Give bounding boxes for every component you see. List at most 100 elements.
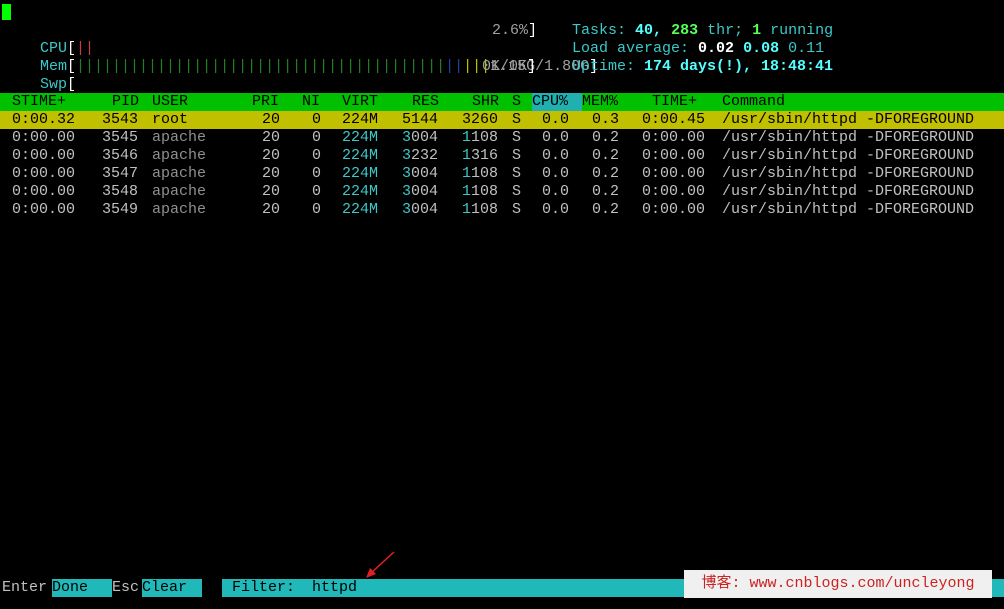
process-row[interactable]: 0:00.00 3545 apache 20 0 224M 3004 1108 S 0.0 0.2 0… [0,129,1004,147]
uptime-line: Uptime: 174 days(!), 18:48:41 [572,58,834,75]
process-cell-time: 0:00.00 [642,201,706,218]
process-cell-ni: 0 [312,183,322,200]
process-cell-stime: 0:00.00 [12,201,76,218]
process-cell-res: 3004 [402,183,439,200]
process-cell-s: S [512,165,522,182]
process-cell-s: S [512,111,522,128]
process-cell-user: apache [152,201,207,218]
process-cell-mem: 0.2 [592,183,620,200]
process-cell-user: apache [152,147,207,164]
enter-key[interactable]: Enter [2,579,48,597]
process-cell-res: 3004 [402,201,439,218]
process-cell-pid: 3547 [102,165,139,182]
done-button[interactable]: Done [52,579,112,597]
swp-meter: Swp[ [40,76,77,93]
process-cell-time: 0:00.00 [642,147,706,164]
mem-bar-buffers: || [445,58,464,75]
process-cell-stime: 0:00.00 [12,147,76,164]
column-header[interactable]: S [512,93,521,111]
process-row[interactable]: 0:00.00 3548 apache 20 0 224M 3004 1108 S 0.0 0.2 0… [0,183,1004,201]
column-header[interactable]: PRI [252,93,279,111]
process-cell-s: S [512,147,522,164]
process-cell-mem: 0.2 [592,129,620,146]
process-cell-virt: 224M [342,147,379,164]
process-cell-time: 0:00.00 [642,183,706,200]
process-cell-ni: 0 [312,111,322,128]
process-cell-command: /usr/sbin/httpd -DFOREGROUND [722,201,975,218]
column-header[interactable]: USER [152,93,188,111]
process-cell-shr: 1108 [462,201,499,218]
process-cell-pri: 20 [262,129,281,146]
process-cell-stime: 0:00.00 [12,183,76,200]
tasks-line: Tasks: 40, 283 thr; 1 running [572,22,834,39]
column-header[interactable]: Command [722,93,785,111]
process-cell-s: S [512,201,522,218]
process-cell-virt: 224M [342,183,379,200]
process-cell-ni: 0 [312,165,322,182]
column-header[interactable]: STIME+ [12,93,66,111]
process-cell-pri: 20 [262,165,281,182]
process-cell-pid: 3548 [102,183,139,200]
process-cell-time: 0:00.00 [642,165,706,182]
process-cell-command: /usr/sbin/httpd -DFOREGROUND [722,147,975,164]
column-header[interactable]: TIME+ [652,93,697,111]
process-cell-ni: 0 [312,201,322,218]
process-cell-cpu: 0.0 [542,129,570,146]
column-header-sorted[interactable]: CPU% [532,93,582,111]
process-cell-command: /usr/sbin/httpd -DFOREGROUND [722,111,975,128]
process-cell-pid: 3549 [102,201,139,218]
process-cell-shr: 1316 [462,147,499,164]
process-cell-virt: 224M [342,111,379,128]
process-cell-virt: 224M [342,201,379,218]
column-header[interactable]: SHR [472,93,499,111]
process-cell-res: 5144 [402,111,439,128]
process-cell-user: apache [152,165,207,182]
process-cell-pri: 20 [262,183,281,200]
process-cell-shr: 3260 [462,111,499,128]
process-cell-pri: 20 [262,201,281,218]
mem-bar-used: ||||||||||||||||||||||||||||||||||||||||… [76,58,446,75]
process-cell-shr: 1108 [462,165,499,182]
process-cell-res: 3004 [402,129,439,146]
process-table-header: STIME+ PID USER PRI NI VIRT RES SHR S CP… [0,93,1004,111]
process-cell-pri: 20 [262,111,281,128]
clear-button[interactable]: Clear [142,579,202,597]
process-cell-virt: 224M [342,129,379,146]
process-cell-shr: 1108 [462,183,499,200]
process-cell-user: apache [152,129,207,146]
process-cell-time: 0:00.00 [642,129,706,146]
column-header[interactable]: RES [412,93,439,111]
process-cell-command: /usr/sbin/httpd -DFOREGROUND [722,129,975,146]
process-cell-cpu: 0.0 [542,147,570,164]
process-cell-cpu: 0.0 [542,111,570,128]
column-header[interactable]: NI [302,93,320,111]
column-header[interactable]: MEM% [582,93,618,111]
process-row[interactable]: 0:00.00 3549 apache 20 0 224M 3004 1108 S 0.0 0.2 0… [0,201,1004,219]
column-header[interactable]: PID [112,93,139,111]
process-cell-mem: 0.3 [592,111,620,128]
esc-key[interactable]: Esc [112,579,140,597]
process-cell-ni: 0 [312,129,322,146]
filter-input[interactable]: httpd [312,579,357,597]
process-row[interactable]: 0:00.00 3546 apache 20 0 224M 3232 1316 S 0.0 0.2 0… [0,147,1004,165]
process-row[interactable]: 0:00.32 3543 root 20 0 224M 5144 3260 S 0.0 0.3 0:0… [0,111,1004,129]
process-cell-command: /usr/sbin/httpd -DFOREGROUND [722,183,975,200]
process-cell-s: S [512,129,522,146]
column-header[interactable]: VIRT [342,93,378,111]
process-cell-stime: 0:00.00 [12,165,76,182]
process-cell-command: /usr/sbin/httpd -DFOREGROUND [722,165,975,182]
process-cell-s: S [512,183,522,200]
process-row[interactable]: 0:00.00 3547 apache 20 0 224M 3004 1108 S 0.0 0.2 0… [0,165,1004,183]
load-average-line: Load average: 0.02 0.08 0.11 [572,40,825,57]
process-cell-cpu: 0.0 [542,201,570,218]
process-cell-mem: 0.2 [592,201,620,218]
process-cell-time: 0:00.45 [642,111,706,128]
cpu-value: 2.6%] [492,22,538,39]
process-cell-pid: 3545 [102,129,139,146]
swp-label: Swp [40,76,68,93]
process-cell-pri: 20 [262,147,281,164]
swp-value: 0K/0K] [482,58,537,75]
process-cell-cpu: 0.0 [542,183,570,200]
process-cell-shr: 1108 [462,129,499,146]
process-cell-cpu: 0.0 [542,165,570,182]
